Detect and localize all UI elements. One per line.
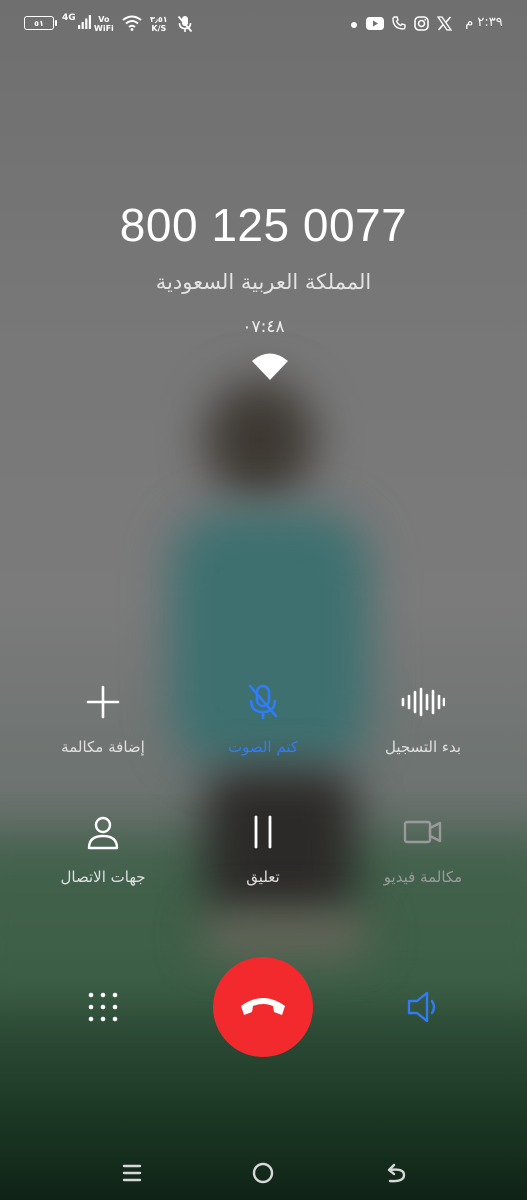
navigation-bar (0, 1148, 527, 1198)
wifi-icon (122, 15, 142, 31)
record-button[interactable]: بدء التسجيل (338, 680, 508, 756)
hold-button[interactable]: تعليق (178, 810, 348, 886)
person-icon (81, 810, 125, 854)
caller-location: المملكة العربية السعودية (155, 270, 372, 294)
dialpad-button[interactable] (78, 982, 128, 1032)
network-type: 4G (62, 13, 76, 23)
home-button[interactable] (243, 1158, 283, 1188)
speed-value: ٣٫٥١ (150, 15, 168, 24)
youtube-icon (366, 17, 384, 30)
mute-label: كتم الصوت (227, 738, 299, 756)
dialpad-icon (88, 992, 118, 1022)
clock: ٢:٣٩ م (465, 15, 503, 30)
signal-icon: 4G (62, 14, 92, 30)
background-photo-blur (200, 915, 370, 955)
vowifi-icon: Vo WiFi (94, 15, 114, 33)
speaker-button[interactable] (398, 982, 448, 1032)
audio-wave-icon (401, 680, 445, 724)
back-arrow-icon (387, 1163, 406, 1183)
wifi-calling-icon (252, 352, 288, 382)
recents-button[interactable] (112, 1158, 152, 1188)
background-photo-blur (205, 380, 315, 500)
plus-icon (81, 680, 125, 724)
speaker-icon (407, 991, 436, 1023)
menu-icon (122, 1164, 142, 1182)
end-call-button[interactable] (213, 957, 313, 1057)
video-call-button[interactable]: مكالمة فيديو (338, 810, 508, 886)
phone-icon (392, 16, 406, 30)
in-call-screen: ٥١ 4G Vo WiFi ٣٫٥١ K/S ٢:٣٩ م 800 125 00… (0, 0, 527, 1200)
vowifi-label-top: Vo (98, 15, 110, 24)
vowifi-label-bottom: WiFi (94, 24, 114, 33)
battery-icon: ٥١ (24, 16, 57, 30)
call-duration: ٠٧:٤٨ (242, 317, 285, 337)
x-icon (437, 16, 452, 31)
pause-icon (241, 810, 285, 854)
dot-icon (351, 22, 357, 28)
status-bar: ٥١ 4G Vo WiFi ٣٫٥١ K/S ٢:٣٩ م (0, 0, 527, 50)
speed-unit: K/S (151, 24, 167, 33)
hold-label: تعليق (246, 868, 280, 886)
battery-level: ٥١ (34, 18, 44, 28)
hang-up-icon (241, 998, 285, 1015)
back-button[interactable] (376, 1158, 416, 1188)
instagram-icon (414, 16, 429, 31)
network-speed: ٣٫٥١ K/S (150, 15, 168, 33)
mic-off-icon (241, 680, 285, 724)
add-call-label: إضافة مكالمة (61, 738, 145, 756)
video-camera-icon (401, 810, 445, 854)
home-circle-icon (252, 1162, 274, 1184)
mic-off-icon (177, 15, 193, 33)
record-label: بدء التسجيل (384, 738, 462, 756)
contacts-label: جهات الاتصال (60, 868, 146, 886)
contacts-button[interactable]: جهات الاتصال (18, 810, 188, 886)
add-call-button[interactable]: إضافة مكالمة (18, 680, 188, 756)
video-call-label: مكالمة فيديو (383, 868, 463, 886)
mute-button[interactable]: كتم الصوت (178, 680, 348, 756)
caller-number: 800 125 0077 (119, 199, 408, 251)
